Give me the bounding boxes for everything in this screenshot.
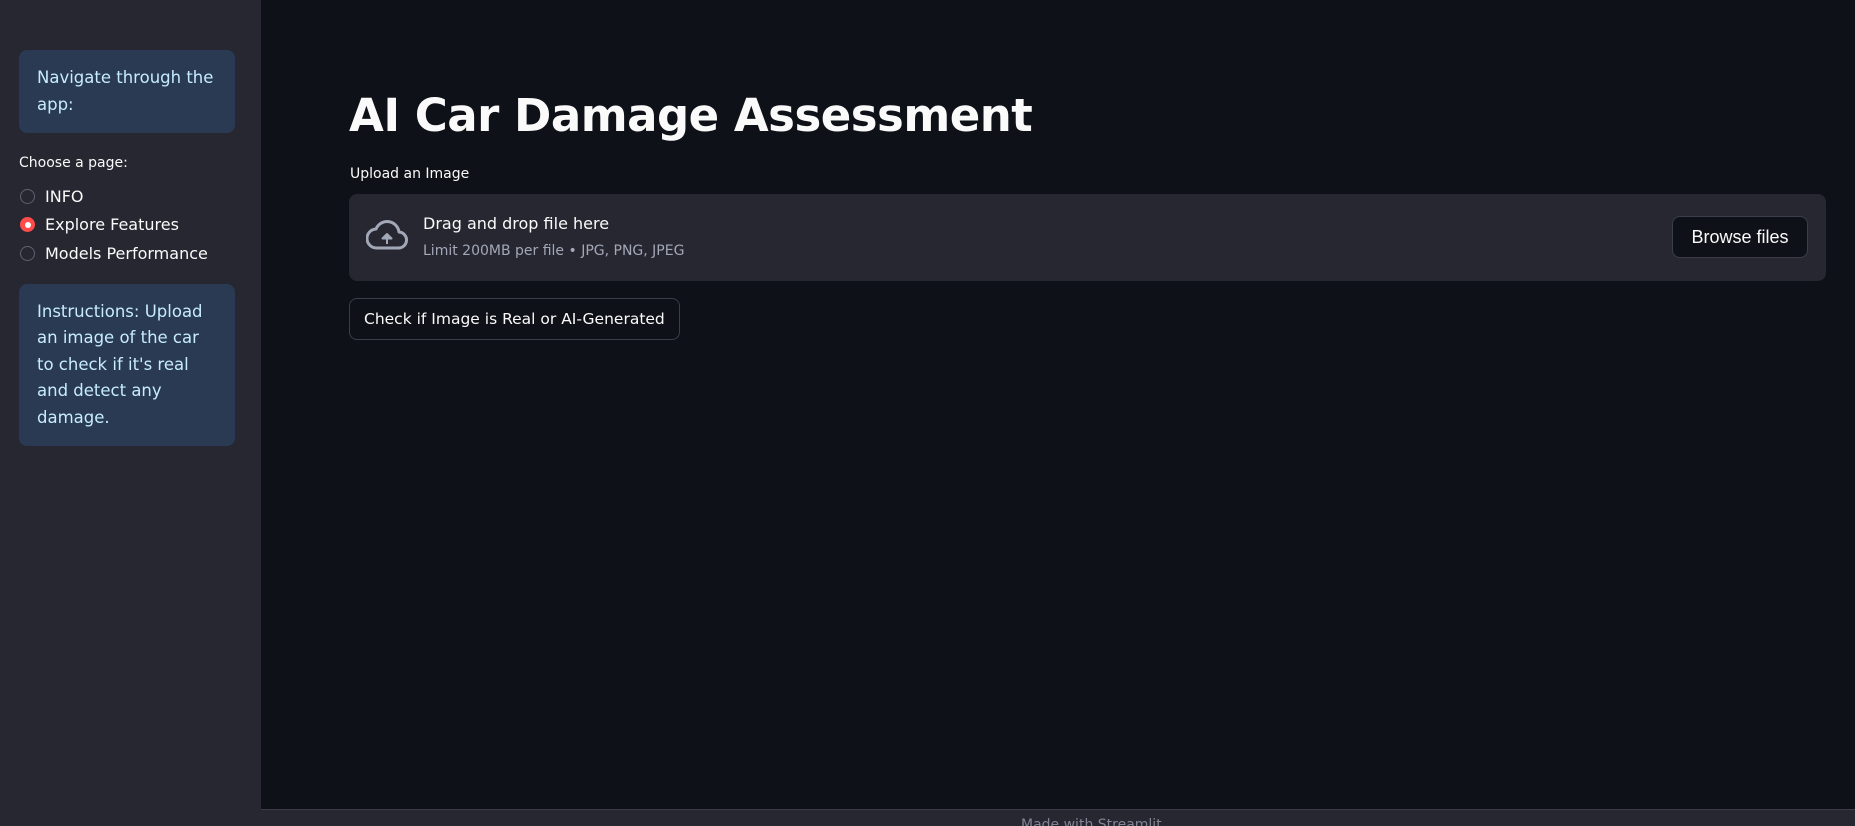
upload-label: Upload an Image <box>350 166 470 182</box>
footer: Made with Streamlit <box>261 809 1855 826</box>
file-dropzone[interactable]: Drag and drop file here Limit 200MB per … <box>349 194 1826 281</box>
sidebar: Navigate through the app: Choose a page:… <box>0 0 261 826</box>
dropzone-title: Drag and drop file here <box>423 214 610 233</box>
cloud-upload-icon <box>366 220 408 250</box>
nav-info-box: Navigate through the app: <box>19 50 235 133</box>
radio-option-label: INFO <box>45 186 84 206</box>
nav-info-text: Navigate through the app: <box>37 68 214 114</box>
radio-option-models-performance[interactable]: Models Performance <box>19 239 235 268</box>
main-content: AI Car Damage Assessment Upload an Image… <box>261 0 1855 826</box>
dropzone-limit-text: Limit 200MB per file • JPG, PNG, JPEG <box>423 243 685 259</box>
radio-option-label: Models Performance <box>45 243 208 263</box>
footer-text: Made with Streamlit <box>1021 817 1162 826</box>
radio-group-label: Choose a page: <box>19 155 128 171</box>
radio-option-label: Explore Features <box>45 215 179 235</box>
browse-files-button[interactable]: Browse files <box>1672 216 1808 258</box>
check-image-button[interactable]: Check if Image is Real or AI-Generated <box>349 298 680 340</box>
instructions-info-box: Instructions: Upload an image of the car… <box>19 283 235 446</box>
radio-option-explore-features[interactable]: Explore Features <box>19 211 235 240</box>
radio-button-icon[interactable] <box>20 245 35 261</box>
page-title: AI Car Damage Assessment <box>349 89 1033 142</box>
radio-option-info[interactable]: INFO <box>19 182 235 211</box>
radio-button-selected-icon[interactable] <box>20 217 35 233</box>
page-radio-group: INFO Explore Features Models Performance <box>19 182 235 268</box>
radio-button-icon[interactable] <box>20 188 35 204</box>
instructions-text: Instructions: Upload an image of the car… <box>37 301 203 427</box>
